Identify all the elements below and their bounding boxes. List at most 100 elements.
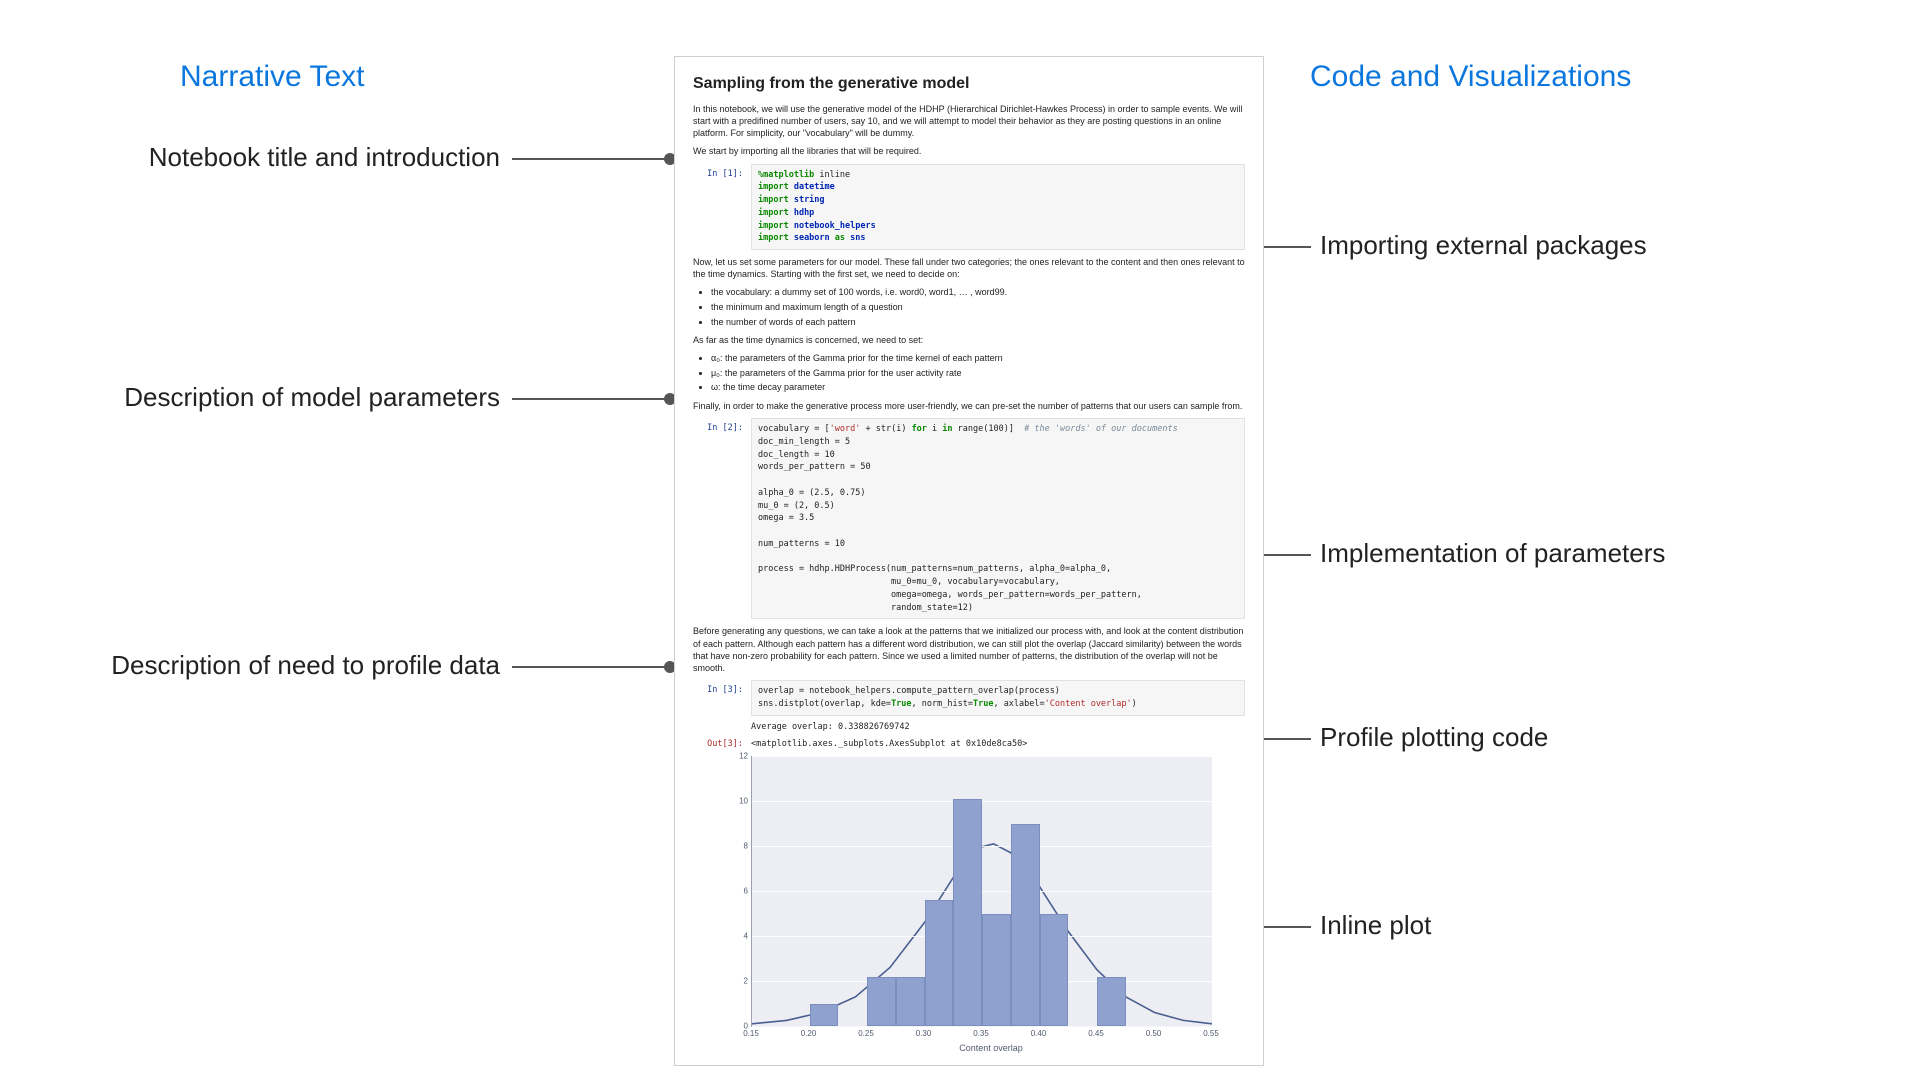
annot-title-intro: Notebook title and introduction: [100, 142, 500, 173]
code-token: vocabulary = [: [758, 424, 830, 434]
chart-bar: [1011, 824, 1040, 1027]
finally-paragraph: Finally, in order to make the generative…: [693, 400, 1245, 412]
prompt-in-1: In [1]:: [693, 164, 751, 251]
annot-profile-code: Profile plotting code: [1320, 722, 1548, 753]
code-token: random_state=12): [758, 603, 973, 613]
code-token: 'Content overlap': [1045, 699, 1132, 709]
prompt-out-3: Out[3]:: [693, 734, 751, 751]
code-token: import: [758, 195, 794, 205]
code-token: , axlabel=: [993, 699, 1044, 709]
stdout-overlap: Average overlap: 0.338826769742: [751, 722, 1245, 732]
code-token: %matplotlib: [758, 170, 814, 180]
chart-bar: [953, 799, 982, 1026]
out3-text: <matplotlib.axes._subplots.AxesSubplot a…: [751, 734, 1245, 751]
notebook-title: Sampling from the generative model: [693, 75, 1245, 93]
code-token: ): [1132, 699, 1137, 709]
chart-bar: [1097, 977, 1126, 1027]
list-item: α₀: the parameters of the Gamma prior fo…: [711, 352, 1245, 365]
code-token: hdhp: [794, 208, 814, 218]
connector-a3: [512, 666, 670, 668]
code-token: notebook_helpers: [794, 221, 876, 231]
notebook-intro-1: In this notebook, we will use the genera…: [693, 103, 1245, 139]
code-token: sns: [850, 233, 865, 243]
x-tick: 0.55: [1203, 1029, 1219, 1038]
inline-plot: 024681012 0.150.200.250.300.350.400.450.…: [751, 756, 1231, 1053]
x-tick: 0.45: [1088, 1029, 1104, 1038]
cell-out-3: Out[3]: <matplotlib.axes._subplots.AxesS…: [693, 734, 1245, 751]
code-token: mu_0=mu_0, vocabulary=vocabulary,: [758, 577, 1060, 587]
code-token: in: [942, 424, 952, 434]
y-tick: 6: [730, 887, 748, 896]
params-paragraph: Now, let us set some parameters for our …: [693, 256, 1245, 280]
chart-area: 024681012: [751, 756, 1212, 1027]
chart-bar: [982, 914, 1011, 1027]
left-column-header: Narrative Text: [180, 60, 365, 94]
chart-bar: [810, 1004, 839, 1027]
x-tick: 0.30: [916, 1029, 932, 1038]
code-block-1: %matplotlib inline import datetime impor…: [751, 164, 1245, 251]
time-paragraph: As far as the time dynamics is concerned…: [693, 334, 1245, 346]
code-token: seaborn: [794, 233, 830, 243]
code-token: alpha_0 = (2.5, 0.75): [758, 488, 865, 498]
code-token: doc_min_length = 5: [758, 437, 850, 447]
code-token: overlap = notebook_helpers.compute_patte…: [758, 686, 1060, 696]
code-token: inline: [814, 170, 850, 180]
annot-profile-data: Description of need to profile data: [60, 650, 500, 681]
y-tick: 8: [730, 842, 748, 851]
y-tick: 4: [730, 932, 748, 941]
code-token: True: [891, 699, 911, 709]
cell-in-3: In [3]: overlap = notebook_helpers.compu…: [693, 680, 1245, 716]
code-token: num_patterns = 10: [758, 539, 845, 549]
code-token: import: [758, 182, 794, 192]
right-column-header: Code and Visualizations: [1310, 60, 1631, 94]
code-token: as: [830, 233, 850, 243]
chart-bar: [1040, 914, 1069, 1027]
params-list: the vocabulary: a dummy set of 100 words…: [711, 286, 1245, 328]
code-token: import: [758, 233, 794, 243]
connector-a1: [512, 158, 670, 160]
x-tick: 0.25: [858, 1029, 874, 1038]
x-tick: 0.40: [1031, 1029, 1047, 1038]
annot-importing: Importing external packages: [1320, 230, 1647, 261]
annot-model-params: Description of model parameters: [60, 382, 500, 413]
cell-in-2: In [2]: vocabulary = ['word' + str(i) fo…: [693, 418, 1245, 619]
code-token: datetime: [794, 182, 835, 192]
diagram-stage: Narrative Text Code and Visualizations N…: [0, 0, 1920, 1080]
code-token: words_per_pattern = 50: [758, 462, 871, 472]
code-token: mu_0 = (2, 0.5): [758, 501, 835, 511]
connector-a2: [512, 398, 670, 400]
notebook-panel: Sampling from the generative model In th…: [674, 56, 1264, 1066]
code-token: string: [794, 195, 825, 205]
y-tick: 12: [730, 752, 748, 761]
code-token: i: [927, 424, 942, 434]
code-token: doc_length = 10: [758, 450, 835, 460]
code-token: for: [912, 424, 927, 434]
x-ticks: 0.150.200.250.300.350.400.450.500.55: [751, 1027, 1211, 1041]
code-token: import: [758, 221, 794, 231]
annot-impl-params: Implementation of parameters: [1320, 538, 1665, 569]
code-token: , norm_hist=: [912, 699, 973, 709]
list-item: the number of words of each pattern: [711, 316, 1245, 329]
list-item: the vocabulary: a dummy set of 100 words…: [711, 286, 1245, 299]
list-item: the minimum and maximum length of a ques…: [711, 301, 1245, 314]
profile-paragraph: Before generating any questions, we can …: [693, 625, 1245, 674]
code-token: # the 'words' of our documents: [1024, 424, 1178, 434]
prompt-in-2: In [2]:: [693, 418, 751, 619]
chart-bar: [867, 977, 896, 1027]
cell-in-1: In [1]: %matplotlib inline import dateti…: [693, 164, 1245, 251]
y-tick: 2: [730, 977, 748, 986]
chart-bar: [896, 977, 925, 1027]
x-tick: 0.35: [973, 1029, 989, 1038]
x-tick: 0.50: [1146, 1029, 1162, 1038]
code-token: 'word': [830, 424, 861, 434]
code-token: omega=omega, words_per_pattern=words_per…: [758, 590, 1142, 600]
chart-bar: [925, 900, 954, 1026]
code-block-3: overlap = notebook_helpers.compute_patte…: [751, 680, 1245, 716]
code-token: import: [758, 208, 794, 218]
y-tick: 10: [730, 797, 748, 806]
x-axis-label: Content overlap: [751, 1043, 1231, 1053]
code-block-2: vocabulary = ['word' + str(i) for i in r…: [751, 418, 1245, 619]
code-token: process = hdhp.HDHProcess(num_patterns=n…: [758, 564, 1111, 574]
code-token: sns.distplot(overlap, kde=: [758, 699, 891, 709]
x-tick: 0.15: [743, 1029, 759, 1038]
